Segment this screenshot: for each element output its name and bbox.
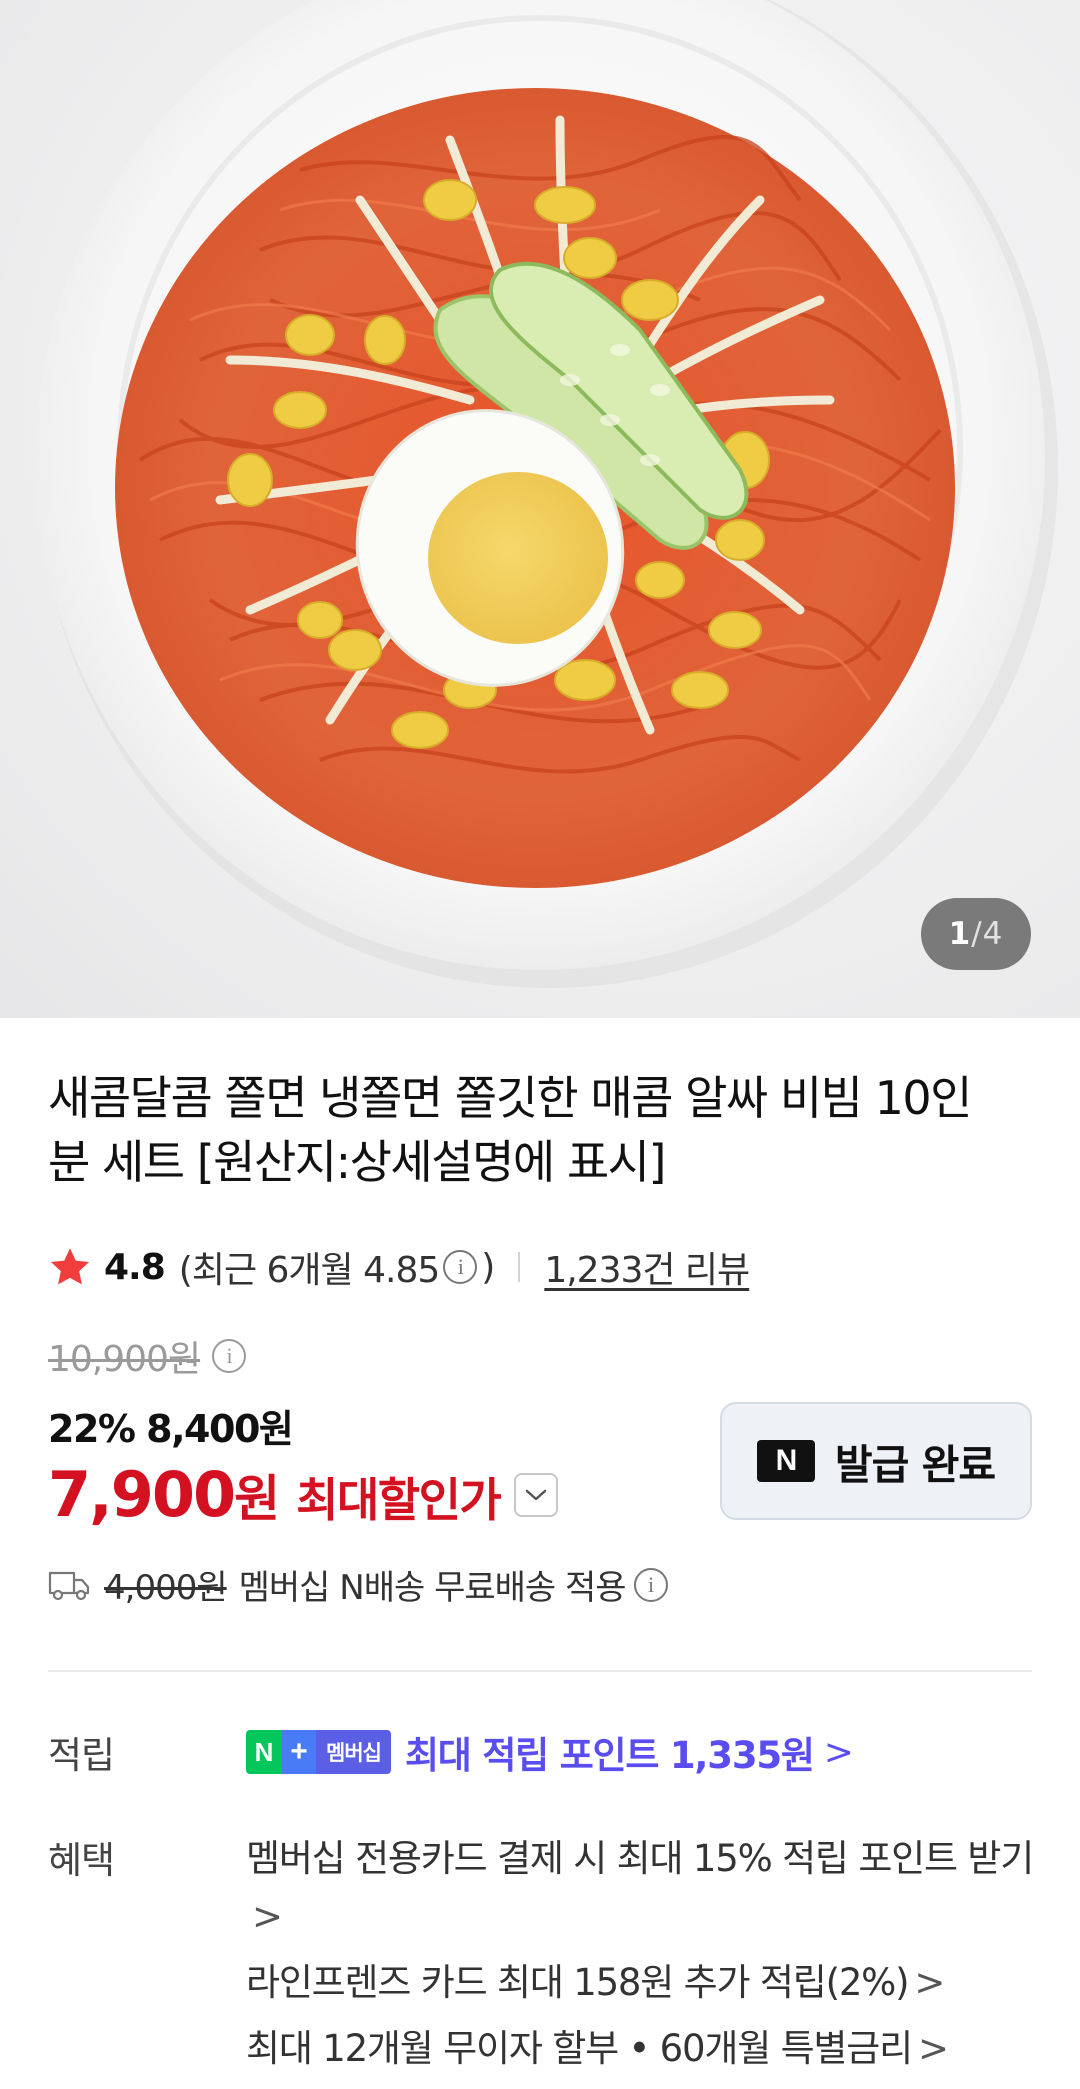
coupon-label: 발급 완료 [834,1441,996,1489]
recent-rating: (최근 6개월 4.85 i ) [178,1241,496,1293]
divider [518,1252,521,1282]
original-price: 10,900원 [48,1339,201,1380]
naver-n-badge: N [246,1730,282,1774]
points-label: 적립 [48,1734,115,1777]
recent-rating-close: ) [481,1246,495,1288]
product-image[interactable]: 1/4 [0,0,1080,1018]
recent-rating-text: (최근 6개월 4.85 [178,1250,440,1291]
price-info-icon[interactable]: i [212,1339,247,1373]
section-divider [48,1670,1032,1672]
product-title: 새콤달콤 쫄면 냉쫄면 쫄깃한 매콤 알싸 비빔 10인분 세트 [원산지:상세… [48,1071,972,1189]
benefit-text: 최대 12개월 무이자 할부 • 60개월 특별금리 [246,2027,913,2070]
max-points-text: 최대 적립 포인트 1,335원 [404,1734,815,1777]
shipping-info-icon[interactable]: i [633,1567,668,1602]
chevron-right-icon: > [914,1961,945,2004]
image-counter-current: 1 [948,916,972,952]
image-counter: 1/4 [921,898,1031,970]
discount-price: 22% 8,400원 [48,1407,294,1451]
final-price: 7,900 [48,1458,236,1531]
coupon-issued-button[interactable]: N 발급 완료 [720,1402,1032,1520]
shipping-row: 4,000원 멤버십 N배송 무료배송 적용 i [48,1560,672,1609]
chevron-down-icon[interactable] [514,1472,559,1517]
rating-score: 4.8 [104,1246,166,1288]
image-counter-total: 4 [982,916,1004,952]
truck-icon [48,1571,90,1600]
image-counter-separator: / [971,916,983,952]
plus-icon: + [282,1730,316,1774]
chevron-right-icon: > [917,2027,949,2070]
noodle-dish-illustration [35,0,1058,988]
benefit-item[interactable]: 멤버십 전용카드 결제 시 최대 15% 적립 포인트 받기 > [246,1830,1046,1946]
chevron-right-icon: > [823,1731,854,1773]
benefits-list: 멤버십 전용카드 결제 시 최대 15% 적립 포인트 받기 > 라인프렌즈 카드… [246,1830,1046,2078]
chevron-right-icon: > [252,1895,283,1938]
benefit-item[interactable]: 최대 12개월 무이자 할부 • 60개월 특별금리 > [246,2020,1046,2078]
original-price-row: 10,900원 i [48,1330,250,1382]
benefit-item[interactable]: 라인프렌즈 카드 최대 158원 추가 적립(2%) > [246,1954,1046,2012]
star-icon [50,1248,90,1285]
naver-plus-membership-badge: N + 멤버십 [246,1730,391,1774]
rating-row: 4.8 (최근 6개월 4.85 i ) 1,233건 리뷰 [48,1240,750,1294]
final-price-row[interactable]: 7,900 원 최대할인가 [48,1458,559,1531]
review-link[interactable]: 1,233건 리뷰 [544,1241,750,1293]
max-discount-label: 최대할인가 [296,1473,502,1527]
naver-n-icon: N [756,1440,815,1482]
benefit-text: 라인프렌즈 카드 최대 158원 추가 적립(2%) [246,1961,910,2004]
membership-badge-text: 멤버십 [316,1730,391,1774]
shipping-text: 멤버십 N배송 무료배송 적용 [238,1568,627,1608]
info-icon[interactable]: i [443,1250,478,1284]
benefits-label: 혜택 [48,1839,115,1882]
points-row[interactable]: N + 멤버십 최대 적립 포인트 1,335원 > [246,1725,854,1779]
shipping-fee: 4,000원 [104,1568,228,1608]
benefit-text: 멤버십 전용카드 결제 시 최대 15% 적립 포인트 받기 [246,1837,1034,1880]
final-price-unit: 원 [234,1470,280,1528]
